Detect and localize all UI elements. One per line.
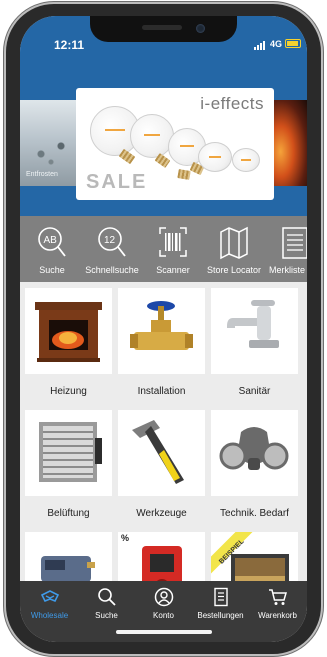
category-grid: Heizung Installation Sanitär Belüftung W… — [20, 282, 307, 600]
shortcut-label: Merkliste — [269, 265, 306, 275]
tab-label: Suche — [95, 611, 118, 620]
cart-icon — [269, 589, 287, 605]
shortcut-label: Suche — [39, 265, 65, 275]
shortcut-label: Scanner — [156, 265, 190, 275]
tab-konto[interactable]: Konto — [135, 587, 192, 627]
ventilation-fan-image — [39, 422, 102, 482]
tab-label: Bestellungen — [197, 611, 244, 620]
category-label: Technik. Bedarf — [220, 508, 289, 519]
category-label: Heizung — [50, 386, 87, 397]
discount-badge: % — [121, 533, 130, 543]
tab-label: Warenkorb — [258, 611, 297, 620]
shortcut-label: Schnellsuche — [85, 265, 139, 275]
status-bar: 12:11 4G — [20, 16, 307, 62]
ab-search-icon: AB — [38, 227, 66, 257]
category-label: Werkzeuge — [136, 508, 187, 519]
tab-suche[interactable]: Suche — [78, 587, 135, 627]
account-icon — [154, 587, 174, 607]
banner-slide-current[interactable]: i-effects SALE — [76, 88, 274, 200]
banner-sale-text: SALE — [86, 171, 148, 193]
category-tile-heizung[interactable] — [25, 288, 112, 374]
category-label: Sanitär — [238, 386, 271, 397]
bulb-image — [232, 148, 260, 172]
shortcut-merkliste[interactable]: Merkliste — [265, 224, 307, 280]
bulb-image — [130, 114, 174, 158]
list-icon — [282, 227, 307, 259]
search-icon — [98, 588, 116, 606]
banner-left-caption: Entfrosten — [26, 171, 58, 178]
shortcut-store-locator[interactable]: Store Locator — [204, 224, 264, 280]
tab-label: Konto — [153, 611, 174, 620]
category-tile-technik-bedarf[interactable] — [211, 410, 298, 496]
tab-wholesale[interactable]: Wholesale — [21, 587, 78, 627]
orders-icon — [214, 587, 228, 607]
bulb-image — [198, 142, 232, 172]
category-tile-sanitaer[interactable] — [211, 288, 298, 374]
category-tile-werkzeuge[interactable] — [118, 410, 205, 496]
fireplace-image — [35, 302, 102, 362]
shortcut-schnellsuche[interactable]: 12 Schnellsuche — [82, 224, 142, 280]
home-indicator[interactable] — [116, 630, 212, 634]
shortcut-label: Store Locator — [206, 265, 262, 275]
valve-image — [130, 301, 193, 350]
phone-frame: 12:11 4G Entfrosten i-effects SALE AB Su… — [6, 4, 321, 654]
category-label: Belüftung — [47, 508, 90, 519]
hammer-image — [132, 420, 184, 484]
tab-label: Wholesale — [30, 611, 69, 620]
category-tile-installation[interactable] — [118, 288, 205, 374]
app-screen: 12:11 4G Entfrosten i-effects SALE AB Su… — [20, 16, 307, 642]
barcode-scanner-icon — [159, 227, 187, 257]
category-tile-belueftung[interactable] — [25, 410, 112, 496]
svg-text:12: 12 — [104, 235, 116, 246]
wholesale-icon — [40, 590, 60, 603]
tab-bestellungen[interactable]: Bestellungen — [192, 587, 249, 627]
shortcut-bar: AB Suche 12 Schnellsuche Scanner Store L… — [20, 216, 307, 282]
category-label: Installation — [137, 386, 186, 397]
respirator-mask-image — [219, 427, 289, 470]
faucet-image — [227, 300, 279, 348]
tab-warenkorb[interactable]: Warenkorb — [249, 587, 306, 627]
quick-search-icon: 12 — [98, 227, 126, 257]
shortcut-scanner[interactable]: Scanner — [143, 224, 203, 280]
shortcut-suche[interactable]: AB Suche — [22, 224, 82, 280]
battery-icon — [285, 39, 301, 48]
status-time: 12:11 — [54, 38, 85, 52]
promo-banner[interactable]: Entfrosten i-effects SALE — [20, 88, 307, 200]
map-icon — [220, 226, 248, 260]
banner-prev-slide[interactable]: Entfrosten — [20, 100, 82, 186]
svg-text:AB: AB — [44, 235, 58, 246]
signal-icon — [254, 40, 268, 50]
banner-brand-logo: i-effects — [200, 94, 264, 113]
network-type: 4G — [270, 39, 283, 49]
